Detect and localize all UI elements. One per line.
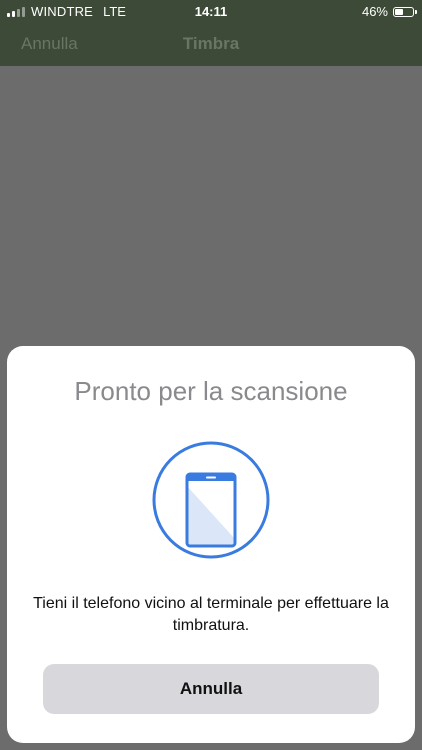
status-time: 14:11	[194, 4, 228, 19]
battery-icon	[393, 6, 417, 17]
cancel-button[interactable]: Annulla	[43, 664, 379, 714]
top-bar: WINDTRE LTE 14:11 46% Annulla Timbra	[0, 0, 422, 66]
scan-sheet: Pronto per la scansione Tieni il telefon…	[7, 346, 415, 743]
phone-nfc-icon	[152, 441, 270, 559]
scan-instruction: Tieni il telefono vicino al terminale pe…	[33, 595, 389, 634]
nav-title: Timbra	[182, 34, 240, 53]
status-bar-right: 46%	[361, 4, 417, 19]
sheet-title: Pronto per la scansione	[74, 376, 348, 406]
status-bar: WINDTRE LTE 14:11 46%	[0, 0, 422, 24]
battery-percent: 46%	[361, 4, 388, 19]
